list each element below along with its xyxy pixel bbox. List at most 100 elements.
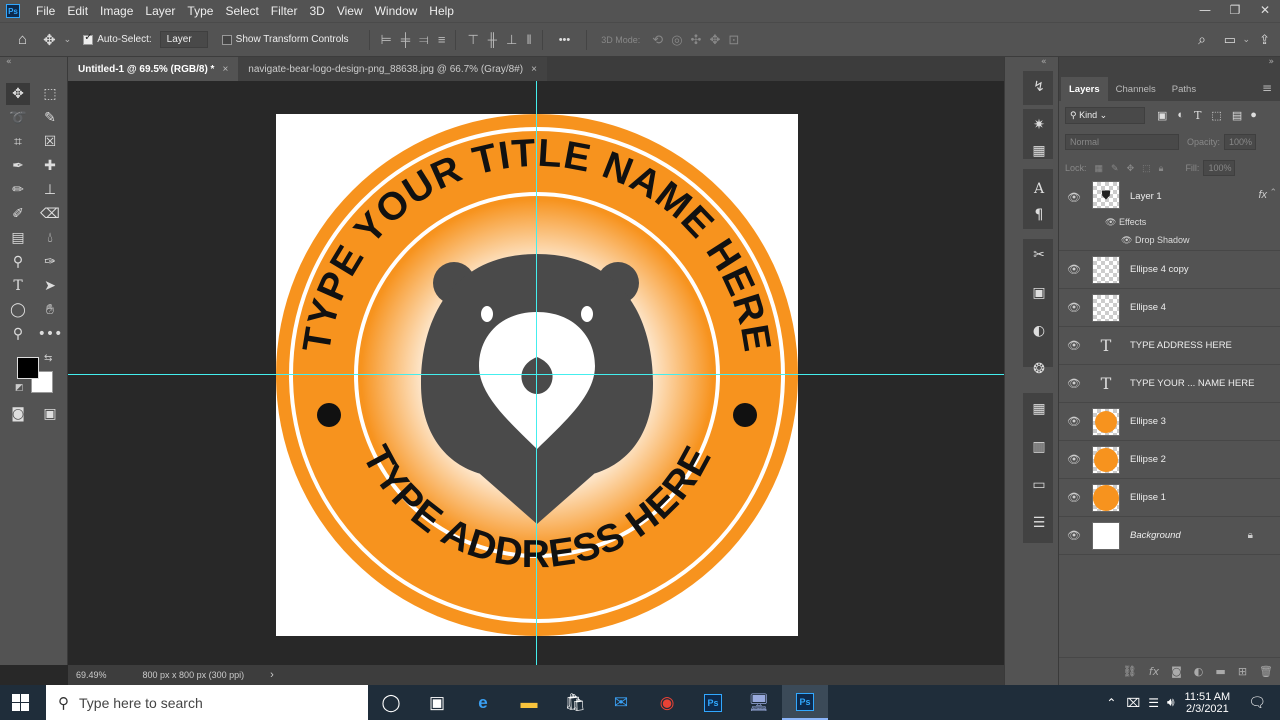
character-icon[interactable]: A [1029,179,1049,199]
drop-shadow-row[interactable]: 👁︎ Drop Shadow [1121,235,1190,246]
pen-tool-icon[interactable]: ✑ [38,251,62,273]
task-view-icon[interactable]: ▣ [414,685,460,720]
volume-icon[interactable]: 🔊︎ [1167,695,1175,710]
properties-icon[interactable]: ☰ [1029,513,1049,533]
close-tab-icon[interactable]: × [222,64,228,75]
more-options-icon[interactable]: ••• [559,34,571,46]
new-group-icon[interactable]: ▬ [1215,665,1225,678]
layers-grid-icon[interactable]: ▦ [1029,399,1049,419]
file-explorer-icon[interactable]: ▬ [506,685,552,720]
layer-name[interactable]: TYPE ADDRESS HERE [1130,340,1232,351]
screen-mode-icon[interactable]: ▣ [38,403,62,425]
layer-name[interactable]: Ellipse 4 copy [1130,264,1189,275]
menu-layer[interactable]: Layer [139,4,181,18]
hand-tool-icon[interactable]: ✋︎ [38,299,62,321]
menu-edit[interactable]: Edit [61,4,94,18]
layer-row[interactable]: 👁︎ Ellipse 2 [1059,441,1280,479]
document-canvas[interactable]: TYPE YOUR TITLE NAME HERE TYPE ADDRESS H… [276,114,798,636]
quick-mask-icon[interactable]: ◙ [6,403,30,425]
3d-pan-icon[interactable]: ✣ [691,32,702,48]
filter-type-icon[interactable]: T [1194,109,1201,122]
auto-select-checkbox[interactable] [83,32,94,45]
layer-row[interactable]: 👁︎ Ellipse 4 [1059,289,1280,327]
guide-vertical[interactable] [536,81,537,665]
brush-tool-icon[interactable]: ✏ [6,179,30,201]
healing-brush-icon[interactable]: ✚ [38,155,62,177]
chevron-down-icon[interactable]: ⌄ [64,34,72,45]
lasso-tool-icon[interactable]: ➰ [6,107,30,129]
notifications-icon[interactable]: 🗨︎ [1248,694,1266,711]
layer-name[interactable]: Ellipse 2 [1130,454,1166,465]
tab-paths[interactable]: Paths [1164,77,1204,101]
tab-channels[interactable]: Channels [1108,77,1164,101]
layer-name[interactable]: Layer 1 [1130,191,1162,202]
chevron-down-icon[interactable]: ⌄ [1242,34,1250,45]
filter-smart-icon[interactable]: ▤ [1232,109,1242,122]
foreground-color-swatch[interactable] [17,357,39,379]
collapse-icon[interactable]: « [6,57,12,67]
styles-icon[interactable]: ❂ [1029,359,1049,379]
paths-icon[interactable]: ▭ [1029,475,1049,495]
network-icon[interactable]: ⌧ [1126,696,1140,710]
gradient-tool-icon[interactable]: ▤ [6,227,30,249]
layer-row[interactable]: 👁︎ Background 🔒︎ [1059,517,1280,555]
wifi-icon[interactable]: ☰ [1148,696,1159,710]
eyedropper-icon[interactable]: ✒ [6,155,30,177]
3d-scale-icon[interactable]: ⊡ [728,32,739,48]
eye-icon[interactable]: 👁︎ [1059,263,1089,276]
filter-pixel-icon[interactable]: ▣ [1157,109,1167,122]
layer-name[interactable]: Ellipse 4 [1130,302,1166,313]
ellipse-tool-icon[interactable]: ◯ [6,299,30,321]
trash-icon[interactable]: 🗑︎ [1259,665,1273,678]
menu-select[interactable]: Select [219,4,264,18]
collapse-icon[interactable]: » [1268,57,1274,67]
panel-menu-icon[interactable]: ≡ [1262,81,1272,95]
zoom-level[interactable]: 69.49% [68,670,115,680]
lock-all-icon[interactable]: 🔒︎ [1159,163,1164,174]
tab-bear-logo[interactable]: navigate-bear-logo-design-png_88638.jpg … [238,57,547,81]
lock-position-icon[interactable]: ✥ [1127,163,1135,174]
align-top-icon[interactable]: ⊤ [467,32,478,48]
search-box[interactable]: ⚲ Type here to search [46,685,368,720]
new-layer-icon[interactable]: ⊞ [1238,665,1247,678]
search-icon[interactable]: ⌕ [1198,31,1206,48]
photoshop-logo[interactable]: Ps [6,4,20,18]
restore-button[interactable]: ❐ [1220,0,1250,22]
lock-pixels-icon[interactable]: ✎ [1111,163,1119,174]
swap-colors-icon[interactable]: ⇆ [44,353,52,364]
eraser-tool-icon[interactable]: ⌫ [38,203,62,225]
close-button[interactable]: ✕ [1250,0,1280,22]
layer-row[interactable]: 👁︎ T TYPE ADDRESS HERE [1059,327,1280,365]
add-mask-icon[interactable]: ◙ [1171,665,1182,678]
history-icon[interactable]: ↯ [1029,77,1049,97]
auto-select-dropdown[interactable]: Layer [159,31,208,48]
remote-desktop-icon[interactable]: 🖥︎ [736,685,782,720]
canvas-area[interactable]: TYPE YOUR TITLE NAME HERE TYPE ADDRESS H… [68,81,1004,665]
menu-3d[interactable]: 3D [303,4,330,18]
fill-field[interactable]: 100% [1203,160,1236,176]
adjustment-layer-icon[interactable]: ◐ [1194,665,1204,678]
3d-roll-icon[interactable]: ◎ [671,32,682,48]
tools-preset-icon[interactable]: ✂ [1029,245,1049,265]
layer-row[interactable]: 👁︎ Ellipse 4 copy [1059,251,1280,289]
filter-toggle-icon[interactable]: ● [1250,109,1257,121]
3d-slide-icon[interactable]: ✥ [709,32,720,48]
menu-view[interactable]: View [331,4,369,18]
magic-wand-icon[interactable]: ✎ [38,107,62,129]
layer-row[interactable]: 👁︎ ⛊ Layer 1 fx ⌃ 👁︎ Effects 👁︎ Drop Sha… [1059,177,1280,251]
layer-name[interactable]: TYPE YOUR ... NAME HERE [1130,378,1254,389]
tab-layers[interactable]: Layers [1061,77,1108,101]
show-transform-checkbox[interactable] [221,34,232,45]
color-icon[interactable]: ✷ [1029,115,1049,135]
path-selection-icon[interactable]: ➤ [38,275,62,297]
photoshop-active-icon[interactable]: Ps [782,685,828,720]
chevron-up-icon[interactable]: ⌃ [1269,187,1277,198]
minimize-button[interactable]: — [1190,0,1220,22]
clock[interactable]: 11:51 AM 2/3/2021 [1185,691,1231,715]
frame-tool-icon[interactable]: ☒ [38,131,62,153]
cortana-icon[interactable]: ◯ [368,685,414,720]
chrome-icon[interactable]: ◉ [644,685,690,720]
store-icon[interactable]: 🛍︎ [552,685,598,720]
marquee-tool-icon[interactable]: ⬚ [38,83,62,105]
more-tools-icon[interactable]: ••• [38,323,63,345]
